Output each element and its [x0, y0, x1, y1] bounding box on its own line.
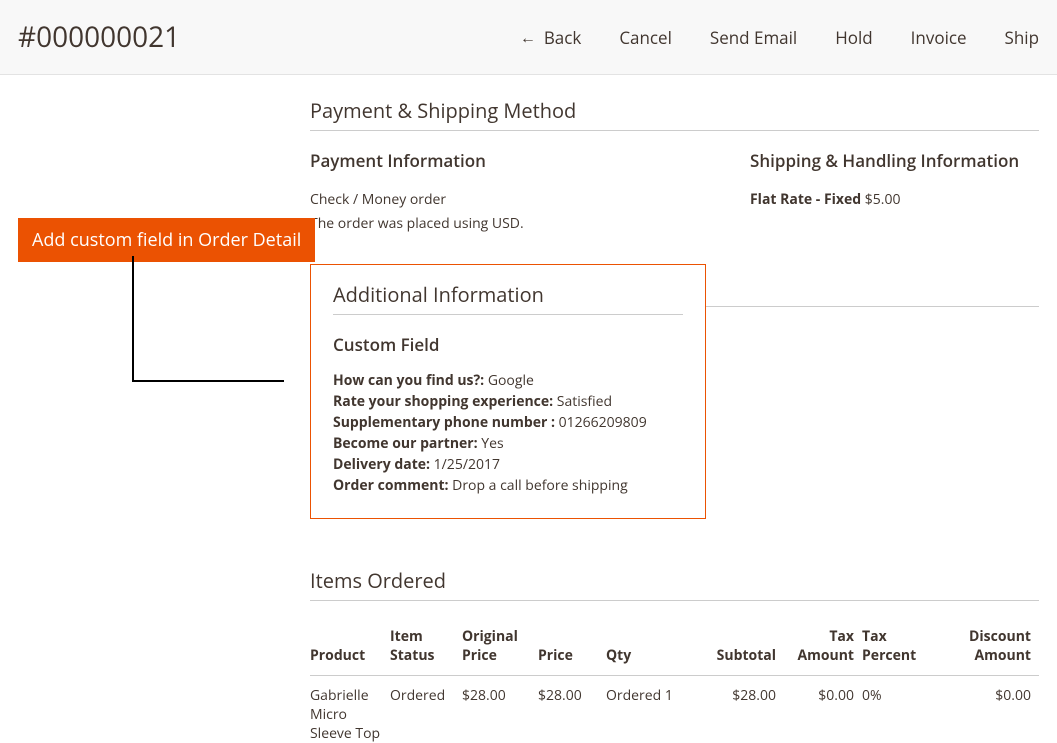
field-delivery-label: Delivery date: [333, 455, 430, 474]
additional-info-title-extender [706, 306, 1039, 307]
send-email-button[interactable]: Send Email [710, 26, 797, 49]
additional-info-box: Additional Information Custom Field How … [310, 264, 706, 519]
cell-discount: $0.00 [940, 675, 1039, 743]
page-header: #000000021 ← Back Cancel Send Email Hold… [0, 0, 1057, 75]
shipping-info-title: Shipping & Handling Information [750, 149, 1039, 172]
field-comment: Order comment: Drop a call before shippi… [333, 475, 683, 496]
cell-price: $28.00 [538, 675, 606, 743]
col-tax-amount: Tax Amount [784, 619, 862, 676]
cell-qty-label: Ordered [606, 686, 661, 705]
col-price: Price [538, 619, 606, 676]
field-partner-label: Become our partner: [333, 434, 478, 453]
payment-info-block: Payment Information Check / Money order … [310, 149, 710, 236]
hold-button[interactable]: Hold [835, 26, 872, 49]
field-phone-value: 01266209809 [559, 413, 647, 432]
field-rating: Rate your shopping experience: Satisfied [333, 391, 683, 412]
items-table-head: Product Item Status Original Price Price… [310, 619, 1039, 676]
payment-shipping-title: Payment & Shipping Method [310, 97, 1039, 131]
cell-qty: Ordered 1 [606, 675, 696, 743]
payment-info-title: Payment Information [310, 149, 710, 172]
cancel-button[interactable]: Cancel [619, 26, 672, 49]
shipping-info-block: Shipping & Handling Information Flat Rat… [750, 149, 1039, 236]
shipping-rate-label: Flat Rate - Fixed [750, 190, 861, 209]
payment-currency-note: The order was placed using USD. [310, 212, 710, 236]
field-rating-value: Satisfied [557, 392, 612, 411]
col-tax-percent: Tax Percent [862, 619, 940, 676]
main-content: Payment & Shipping Method Payment Inform… [310, 75, 1039, 743]
arrow-left-icon: ← [520, 29, 536, 45]
field-comment-label: Order comment: [333, 476, 449, 495]
payment-shipping-row: Payment Information Check / Money order … [310, 149, 1039, 236]
col-status: Item Status [390, 619, 462, 676]
custom-field-heading: Custom Field [333, 333, 683, 356]
cell-tax-amount: $0.00 [784, 675, 862, 743]
col-orig-price: Original Price [462, 619, 538, 676]
col-product: Product [310, 619, 390, 676]
callout-badge: Add custom field in Order Detail [18, 218, 315, 262]
ship-button[interactable]: Ship [1005, 26, 1039, 49]
items-ordered-title: Items Ordered [310, 567, 1039, 601]
field-find-us: How can you find us?: Google [333, 370, 683, 391]
field-delivery: Delivery date: 1/25/2017 [333, 454, 683, 475]
callout-line-vertical [132, 256, 134, 380]
callout-line-horizontal [132, 380, 284, 382]
cell-product: Gabrielle Micro Sleeve Top [310, 675, 390, 743]
col-discount: Discount Amount [940, 619, 1039, 676]
shipping-rate-amount: $5.00 [865, 190, 901, 209]
items-table-body: Gabrielle Micro Sleeve Top Ordered $28.0… [310, 675, 1039, 743]
field-phone: Supplementary phone number : 01266209809 [333, 412, 683, 433]
cell-tax-percent: 0% [862, 675, 940, 743]
back-label: Back [544, 26, 582, 49]
field-comment-value: Drop a call before shipping [452, 476, 628, 495]
back-button[interactable]: ← Back [520, 26, 582, 49]
invoice-button[interactable]: Invoice [911, 26, 967, 49]
field-find-us-value: Google [488, 371, 534, 390]
cell-status: Ordered [390, 675, 462, 743]
col-qty: Qty [606, 619, 696, 676]
field-rating-label: Rate your shopping experience: [333, 392, 553, 411]
table-row: Gabrielle Micro Sleeve Top Ordered $28.0… [310, 675, 1039, 743]
field-find-us-label: How can you find us?: [333, 371, 484, 390]
field-partner: Become our partner: Yes [333, 433, 683, 454]
field-phone-label: Supplementary phone number : [333, 413, 555, 432]
cell-subtotal: $28.00 [696, 675, 784, 743]
field-delivery-value: 1/25/2017 [434, 455, 500, 474]
additional-info-title: Additional Information [333, 281, 683, 315]
items-table: Product Item Status Original Price Price… [310, 619, 1039, 743]
items-header-row: Product Item Status Original Price Price… [310, 619, 1039, 676]
cell-orig-price: $28.00 [462, 675, 538, 743]
col-subtotal: Subtotal [696, 619, 784, 676]
payment-method: Check / Money order [310, 188, 710, 212]
field-partner-value: Yes [481, 434, 503, 453]
cell-qty-value: 1 [665, 686, 673, 705]
header-actions: ← Back Cancel Send Email Hold Invoice Sh… [520, 26, 1039, 49]
order-number: #000000021 [18, 18, 180, 56]
shipping-rate: Flat Rate - Fixed $5.00 [750, 188, 1039, 212]
